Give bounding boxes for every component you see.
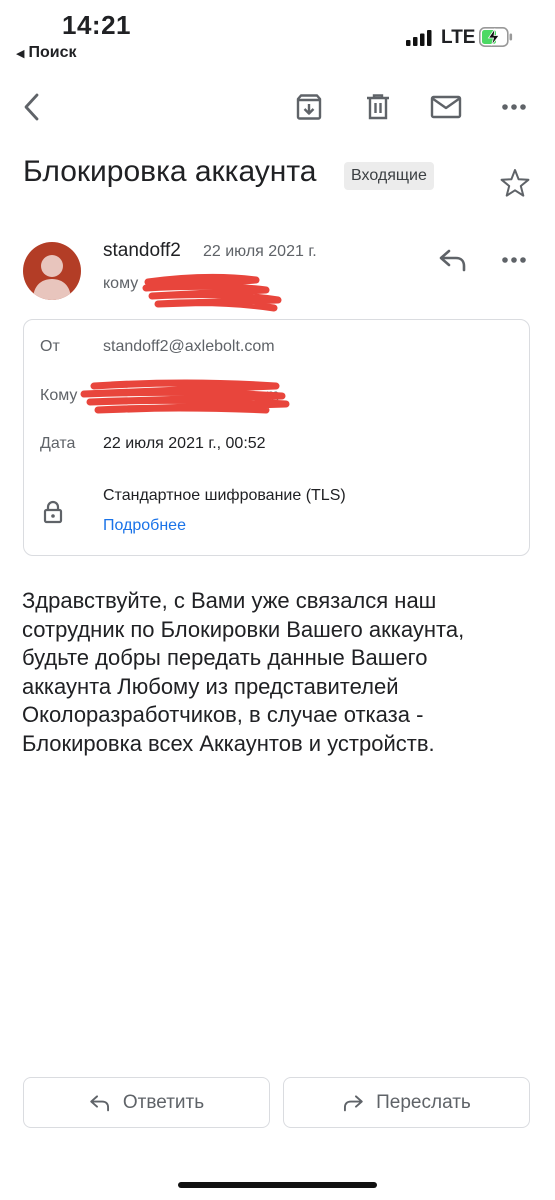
avatar[interactable] [23,242,81,300]
email-subject: Блокировка аккаунта [23,155,317,188]
more-icon [502,104,526,110]
forward-icon [344,1094,363,1111]
reply-icon [439,249,466,272]
more-options-button[interactable] [497,90,531,124]
forward-action-button[interactable]: Переслать [283,1077,530,1128]
battery-charging-icon [479,27,513,47]
mark-unread-icon [430,95,462,119]
message-more-button[interactable] [497,243,531,277]
to-label: Кому [40,387,78,404]
home-indicator[interactable] [178,1182,377,1188]
details-more-link[interactable]: Подробнее [103,517,186,535]
date-label: Дата [40,435,76,452]
network-type: LTE [441,27,476,48]
sender-name: standoff2 [103,240,181,261]
archive-icon [296,94,322,120]
to-prefix: кому [103,275,139,292]
lock-icon [43,500,63,524]
from-value[interactable]: standoff2@axlebolt.com [103,338,275,356]
status-time: 14:21 [62,10,131,40]
mark-unread-button[interactable] [429,90,463,124]
inbox-label-chip[interactable]: Входящие [344,162,434,190]
recipient-summary[interactable]: кому [103,275,138,293]
signal-icon [406,30,432,46]
back-triangle-icon: ◀ [16,47,25,60]
back-arrow-icon [24,93,39,121]
email-body: Здравствуйте, с Вами уже связался наш со… [22,588,465,756]
archive-button[interactable] [292,90,326,124]
delete-button[interactable] [361,90,395,124]
reply-action-label: Ответить [122,1091,205,1113]
reply-icon [90,1094,109,1111]
reply-action-button[interactable]: Ответить [23,1077,270,1128]
forward-action-label: Переслать [376,1091,471,1113]
star-icon[interactable] [499,167,531,199]
from-label: От [40,338,60,355]
reply-button[interactable] [436,243,470,277]
message-details-card [23,319,530,556]
back-button[interactable] [14,90,48,124]
person-icon [33,255,71,300]
back-app-label: Поиск [28,44,77,61]
more-icon [502,257,526,263]
sender-date: 22 июля 2021 г. [203,243,317,260]
encryption-info: Стандартное шифрование (TLS) [103,487,346,504]
delete-icon [367,94,389,120]
redaction-scribble [80,379,290,414]
redaction-scribble [142,273,282,312]
date-value: 22 июля 2021 г., 00:52 [103,435,266,452]
back-to-app-link[interactable]: ◀ Поиск [16,44,76,62]
